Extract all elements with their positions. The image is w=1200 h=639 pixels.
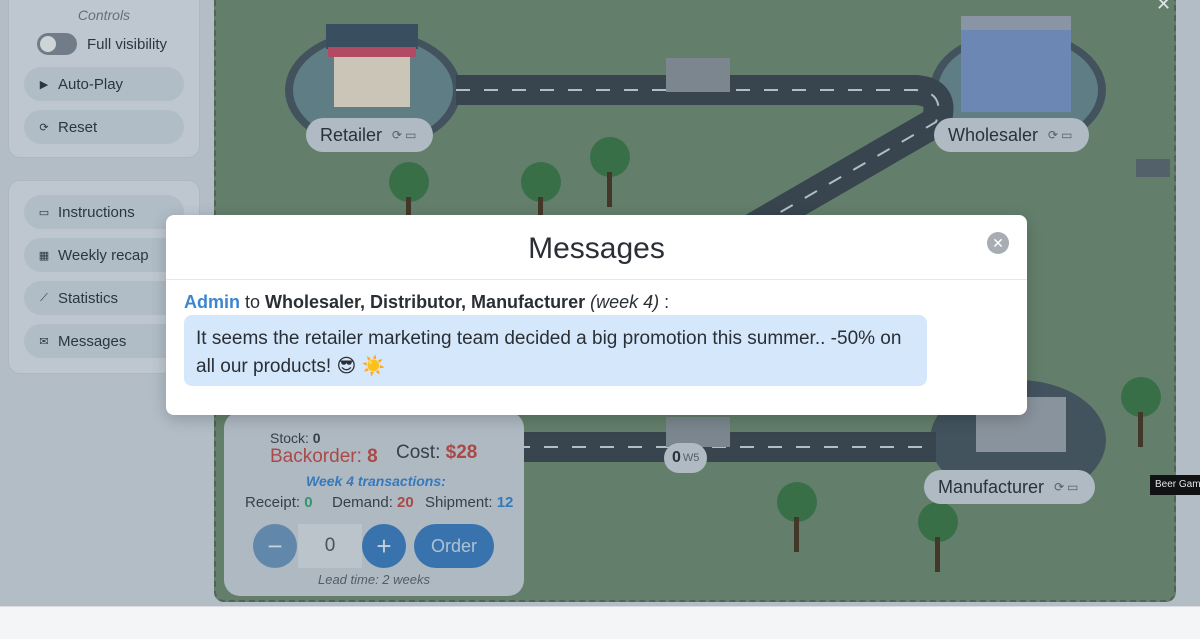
modal-close-icon[interactable]: ✕ — [987, 232, 1009, 254]
message-bubble: It seems the retailer marketing team dec… — [184, 315, 927, 386]
app-window: Controls Full visibility ▶ Auto-Play ⟳ R… — [0, 0, 1200, 606]
message-week: (week 4) — [590, 292, 660, 312]
page-footer-area — [0, 606, 1200, 639]
modal-divider — [166, 279, 1027, 280]
message-recipients: Wholesaler, Distributor, Manufacturer — [265, 292, 586, 312]
message-to-word: to — [240, 292, 266, 312]
message-sender[interactable]: Admin — [184, 292, 240, 312]
message-header: Admin to Wholesaler, Distributor, Manufa… — [184, 292, 669, 313]
message-colon: : — [659, 292, 670, 312]
messages-modal: Messages ✕ Admin to Wholesaler, Distribu… — [166, 215, 1027, 415]
modal-title: Messages — [528, 232, 665, 265]
